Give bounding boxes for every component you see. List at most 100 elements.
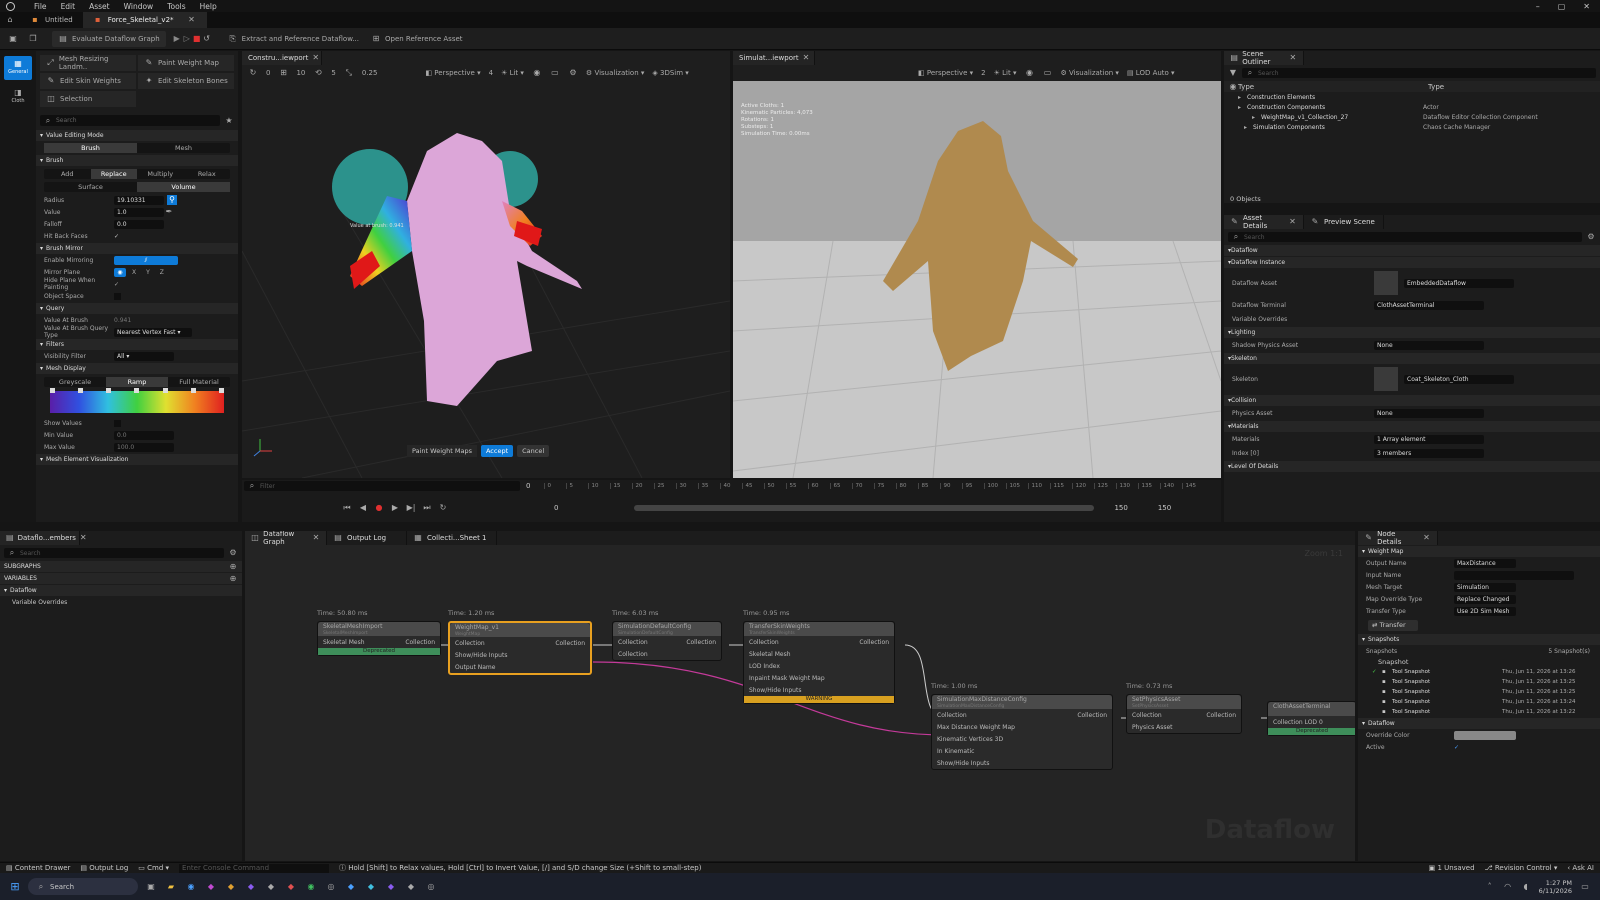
snapshot-row[interactable]: ▪ Tool Snapshot Thu, Jun 11, 2026 at 13:22: [1358, 707, 1600, 717]
unreal-icon[interactable]: ◎: [326, 882, 336, 892]
section-dataflow[interactable]: ▾ Dataflow: [0, 585, 242, 596]
app-icon[interactable]: ◆: [406, 882, 416, 892]
menu-help[interactable]: Help: [200, 2, 217, 11]
construction-viewport[interactable]: Constru...iewport ✕ ↻ 0 ⊞ 10 ⟲ 5 ⤡ 0.25 ◧ Perspe…: [242, 51, 730, 478]
app-icon[interactable]: ◆: [246, 882, 256, 892]
mode-ramp[interactable]: Ramp: [106, 377, 168, 387]
section-subgraphs[interactable]: SUBGRAPHS ⊕: [0, 561, 242, 572]
prop-value[interactable]: None: [1374, 340, 1484, 350]
graph-node[interactable]: SimulationDefaultConfig SimulationDefault…: [612, 621, 722, 661]
brush-tab[interactable]: Brush: [44, 143, 137, 153]
output-log-button[interactable]: ▤ Output Log: [80, 864, 128, 872]
home-icon[interactable]: ⌂: [5, 15, 15, 25]
tool-mesh-resizing[interactable]: ⤢ Mesh Resizing Landm..: [40, 55, 136, 71]
cmd-dropdown[interactable]: ▭ Cmd ▾: [138, 864, 169, 872]
section-snapshots-title[interactable]: ▾ Snapshots: [1358, 634, 1600, 645]
menu-asset[interactable]: Asset: [89, 2, 110, 11]
op-replace[interactable]: Replace: [90, 169, 137, 179]
add-icon[interactable]: ⊕: [228, 562, 238, 572]
open-reference-button[interactable]: ⊞ Open Reference Asset: [365, 31, 469, 47]
menu-edit[interactable]: Edit: [61, 2, 76, 11]
tab-untitled[interactable]: ▪ Untitled: [20, 12, 83, 28]
menu-window[interactable]: Window: [124, 2, 154, 11]
prop-value[interactable]: ClothAssetTerminal: [1374, 300, 1484, 310]
app-icon[interactable]: ◆: [286, 882, 296, 892]
reset-icon[interactable]: ↺: [202, 34, 212, 44]
section-query[interactable]: ▾ Query: [36, 303, 238, 314]
chrome-icon[interactable]: ◉: [306, 882, 316, 892]
graph-node[interactable]: SkeletalMeshImport SkeletalMeshImport Skel…: [317, 621, 441, 656]
close-tab-icon[interactable]: ✕: [312, 533, 320, 543]
unreal-icon[interactable]: ◎: [426, 882, 436, 892]
console-input[interactable]: Enter Console Command: [179, 863, 330, 873]
details-section[interactable]: ▾ Materials: [1224, 421, 1600, 432]
section-value-editing[interactable]: ▾ Value Editing Mode: [36, 130, 238, 141]
app-icon[interactable]: ◆: [226, 882, 236, 892]
details-section[interactable]: ▾ Collision: [1224, 395, 1600, 406]
min-value-field[interactable]: 0.0: [114, 430, 174, 440]
graph-node[interactable]: SetPhysicsAsset SetPhysicsAsset Collection…: [1126, 694, 1242, 734]
tab-force-skeletal[interactable]: ▪ Force_Skeletal_v2* ✕: [82, 12, 207, 28]
section-filters[interactable]: ▾ Filters: [36, 339, 238, 350]
minimize-icon[interactable]: –: [1536, 2, 1540, 11]
content-drawer-button[interactable]: ▤ Content Drawer: [6, 864, 70, 872]
hit-back-checkbox[interactable]: ✓: [114, 233, 119, 240]
favorite-star-icon[interactable]: ★: [224, 116, 234, 126]
close-tab-icon[interactable]: ✕: [803, 53, 810, 63]
maximize-icon[interactable]: ▢: [1558, 2, 1566, 11]
op-multiply[interactable]: Multiply: [137, 169, 184, 179]
menu-tools[interactable]: Tools: [167, 2, 185, 11]
cancel-button[interactable]: Cancel: [517, 445, 550, 457]
node-pin[interactable]: Show/Hide Inputs: [932, 757, 1112, 769]
play-forward-icon[interactable]: ▶: [390, 503, 400, 513]
snapshot-row[interactable]: ▪ Tool Snapshot Thu, Jun 11, 2026 at 13:25: [1358, 687, 1600, 697]
unsaved-indicator[interactable]: ▣ 1 Unsaved: [1429, 864, 1475, 872]
node-pin[interactable]: LOD Index: [744, 660, 894, 672]
ask-ai[interactable]: ‹ Ask AI: [1567, 864, 1600, 872]
node-pin[interactable]: Inpaint Mask Weight Map: [744, 672, 894, 684]
details-section[interactable]: ▾ Lighting: [1224, 327, 1600, 338]
node-pin[interactable]: In Kinematic: [932, 745, 1112, 757]
node-pin[interactable]: Kinematic Vertices 3D: [932, 733, 1112, 745]
prop-value[interactable]: None: [1374, 408, 1484, 418]
op-relax[interactable]: Relax: [184, 169, 231, 179]
settings-gear-icon[interactable]: ⚙: [228, 548, 238, 558]
tab-collection-sheet[interactable]: ▦ Collecti...Sheet 1: [407, 531, 497, 545]
file-explorer-icon[interactable]: ▰: [166, 882, 176, 892]
show-values-checkbox[interactable]: [114, 419, 121, 427]
lit-dropdown[interactable]: ☀ Lit ▾: [994, 69, 1017, 77]
volume-icon[interactable]: ◖: [1521, 882, 1531, 892]
tab-scene-outliner[interactable]: ▤ Scene Outliner ✕: [1224, 50, 1304, 66]
close-tab-icon[interactable]: ✕: [80, 533, 87, 543]
enable-mirroring-toggle[interactable]: ⫽: [114, 255, 178, 265]
section-dataflow[interactable]: ▾ Dataflow: [1358, 718, 1600, 729]
stop-icon[interactable]: ■: [192, 34, 202, 44]
mode-general[interactable]: ▦ General: [4, 56, 32, 80]
area-volume[interactable]: Volume: [137, 182, 230, 192]
range-end-2[interactable]: 150: [1158, 504, 1171, 512]
details-section[interactable]: ▾ Dataflow: [1224, 245, 1600, 256]
unreal-logo-icon[interactable]: [0, 0, 20, 12]
color-ramp[interactable]: [50, 388, 224, 413]
tool-search-input[interactable]: ⌕ Search: [40, 115, 220, 126]
tray-chevron-icon[interactable]: ˄: [1485, 882, 1495, 892]
loop-icon[interactable]: ↻: [438, 503, 448, 513]
menu-file[interactable]: File: [34, 2, 47, 11]
browser-icon[interactable]: ◉: [186, 882, 196, 892]
timeline-filter[interactable]: ⌕ Filter: [244, 481, 520, 491]
mesh-tab[interactable]: Mesh: [137, 143, 230, 153]
browse-icon[interactable]: ❐: [28, 34, 38, 44]
active-checkbox[interactable]: ✓: [1454, 744, 1459, 751]
hide-plane-checkbox[interactable]: ✓: [114, 281, 119, 288]
notification-icon[interactable]: ▭: [1580, 882, 1590, 892]
max-value-field[interactable]: 100.0: [114, 442, 174, 452]
prop-value[interactable]: MaxDistance: [1454, 558, 1516, 568]
app-icon[interactable]: ◆: [266, 882, 276, 892]
filter-icon[interactable]: ▼: [1228, 68, 1238, 78]
visibility-dropdown[interactable]: All ▾: [114, 351, 174, 361]
close-tab-icon[interactable]: ✕: [1422, 533, 1431, 543]
prop-value[interactable]: [1454, 570, 1574, 580]
range-scrollbar[interactable]: [634, 505, 1095, 511]
next-frame-icon[interactable]: ▶|: [406, 503, 416, 513]
tab-output-log[interactable]: ▤ Output Log: [327, 531, 407, 545]
